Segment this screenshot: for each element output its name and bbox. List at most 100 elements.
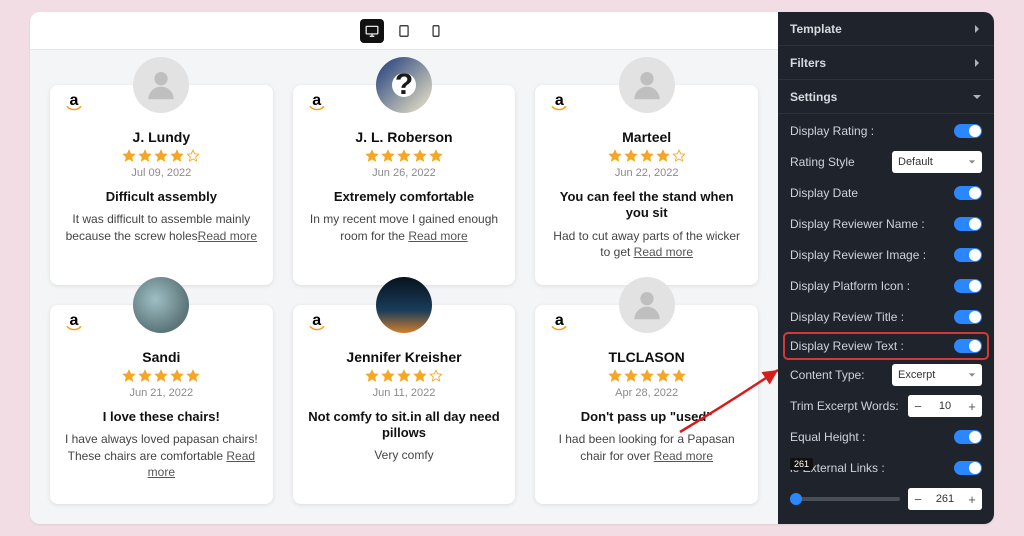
amazon-icon: a bbox=[64, 95, 84, 115]
toggle-display-review-title[interactable] bbox=[954, 310, 982, 324]
read-more-link[interactable]: Read more bbox=[634, 245, 693, 259]
row-equal-height: Equal Height : bbox=[790, 426, 982, 448]
stepper-plus[interactable]: + bbox=[962, 488, 982, 510]
rating-stars bbox=[122, 149, 200, 163]
review-title: Difficult assembly bbox=[106, 189, 217, 205]
reviewer-avatar: ? bbox=[376, 57, 432, 113]
review-card: a TLCLASON Apr 28, 2022 Don't pass up "u… bbox=[535, 305, 758, 505]
read-more-link[interactable]: Read more bbox=[654, 449, 713, 463]
toggle-equal-height[interactable] bbox=[954, 430, 982, 444]
review-title: Extremely comfortable bbox=[334, 189, 474, 205]
read-more-link[interactable]: Read more bbox=[408, 229, 467, 243]
review-card: a ? J. L. Roberson Jun 26, 2022 Extremel… bbox=[293, 85, 516, 285]
mobile-icon bbox=[429, 24, 443, 38]
review-date: Apr 28, 2022 bbox=[615, 387, 678, 399]
row-rating-style: Rating Style Default bbox=[790, 151, 982, 173]
chevron-right-icon bbox=[972, 58, 982, 68]
read-more-link[interactable]: Read more bbox=[198, 229, 257, 243]
app-stage: a J. Lundy Jul 09, 2022 Difficult assemb… bbox=[30, 12, 994, 524]
device-mobile-button[interactable] bbox=[424, 19, 448, 43]
section-settings-label: Settings bbox=[790, 90, 837, 104]
amazon-icon: a bbox=[307, 95, 327, 115]
reviewer-avatar bbox=[619, 277, 675, 333]
stepper-trim-excerpt[interactable]: − + bbox=[908, 395, 982, 417]
toggle-display-review-text[interactable] bbox=[954, 339, 982, 353]
section-filters[interactable]: Filters bbox=[778, 46, 994, 80]
review-card: a Sandi Jun 21, 2022 I love these chairs… bbox=[50, 305, 273, 505]
preview-area: a J. Lundy Jul 09, 2022 Difficult assemb… bbox=[30, 12, 778, 524]
amazon-icon: a bbox=[307, 315, 327, 335]
reviewer-avatar bbox=[619, 57, 675, 113]
reviewer-avatar bbox=[133, 57, 189, 113]
stepper-slider-value[interactable]: − + bbox=[908, 488, 982, 510]
rating-stars bbox=[122, 369, 200, 383]
section-template[interactable]: Template bbox=[778, 12, 994, 46]
reviewer-name: Jennifer Kreisher bbox=[346, 349, 461, 365]
row-display-review-title: Display Review Title : bbox=[790, 306, 982, 328]
row-display-rating: Display Rating : bbox=[790, 120, 982, 142]
row-content-type: Content Type: Excerpt bbox=[790, 364, 982, 386]
chevron-down-icon bbox=[968, 158, 976, 166]
review-title: Don't pass up "used" bbox=[581, 409, 713, 425]
row-display-date: Display Date bbox=[790, 182, 982, 204]
stepper-value[interactable] bbox=[928, 395, 962, 417]
section-template-label: Template bbox=[790, 22, 842, 36]
toggle-display-platform-icon[interactable] bbox=[954, 279, 982, 293]
tooltip-badge: 261 bbox=[790, 458, 813, 470]
review-card: a Jennifer Kreisher Jun 11, 2022 Not com… bbox=[293, 305, 516, 505]
section-settings[interactable]: Settings bbox=[778, 80, 994, 114]
amazon-icon: a bbox=[64, 315, 84, 335]
reviewer-name: Sandi bbox=[142, 349, 180, 365]
reviewer-name: J. Lundy bbox=[133, 129, 191, 145]
toggle-display-date[interactable] bbox=[954, 186, 982, 200]
review-text: Had to cut away parts of the wicker to g… bbox=[549, 228, 744, 262]
review-title: You can feel the stand when you sit bbox=[549, 189, 744, 222]
rating-stars bbox=[365, 149, 443, 163]
stepper-value[interactable] bbox=[928, 488, 962, 510]
amazon-icon: a bbox=[549, 315, 569, 335]
reviewer-avatar bbox=[133, 277, 189, 333]
settings-sidebar: Template Filters Settings Display Rating… bbox=[778, 12, 994, 524]
row-slider: − + bbox=[790, 488, 982, 510]
chevron-right-icon bbox=[972, 24, 982, 34]
review-text: Very comfy bbox=[374, 447, 433, 464]
review-text: In my recent move I gained enough room f… bbox=[307, 211, 502, 245]
review-date: Jun 11, 2022 bbox=[373, 387, 436, 399]
reviewer-name: J. L. Roberson bbox=[355, 129, 452, 145]
review-text: I had been looking for a Papasan chair f… bbox=[549, 431, 744, 465]
review-date: Jun 22, 2022 bbox=[615, 167, 679, 179]
review-card: a Marteel Jun 22, 2022 You can feel the … bbox=[535, 85, 758, 285]
row-display-review-text: Display Review Text : bbox=[786, 335, 986, 357]
reviewer-name: Marteel bbox=[622, 129, 671, 145]
row-display-platform-icon: Display Platform Icon : bbox=[790, 275, 982, 297]
review-date: Jun 21, 2022 bbox=[130, 387, 194, 399]
slider-width[interactable] bbox=[790, 497, 900, 501]
toggle-external-links[interactable] bbox=[954, 461, 982, 475]
rating-stars bbox=[608, 369, 686, 383]
review-title: I love these chairs! bbox=[103, 409, 220, 425]
select-rating-style[interactable]: Default bbox=[892, 151, 982, 173]
review-text: It was difficult to assemble mainly beca… bbox=[64, 211, 259, 245]
toggle-display-rating[interactable] bbox=[954, 124, 982, 138]
row-display-reviewer-name: Display Reviewer Name : bbox=[790, 213, 982, 235]
review-date: Jun 26, 2022 bbox=[372, 167, 436, 179]
stepper-minus[interactable]: − bbox=[908, 488, 928, 510]
rating-stars bbox=[365, 369, 443, 383]
row-trim-excerpt: Trim Excerpt Words: − + bbox=[790, 395, 982, 417]
toggle-display-reviewer-name[interactable] bbox=[954, 217, 982, 231]
toggle-display-reviewer-image[interactable] bbox=[954, 248, 982, 262]
device-tablet-button[interactable] bbox=[392, 19, 416, 43]
section-filters-label: Filters bbox=[790, 56, 826, 70]
chevron-down-icon bbox=[972, 92, 982, 102]
device-toolbar bbox=[30, 12, 778, 50]
device-desktop-button[interactable] bbox=[360, 19, 384, 43]
row-display-reviewer-image: Display Reviewer Image : bbox=[790, 244, 982, 266]
stepper-minus[interactable]: − bbox=[908, 395, 928, 417]
stepper-plus[interactable]: + bbox=[962, 395, 982, 417]
review-card: a J. Lundy Jul 09, 2022 Difficult assemb… bbox=[50, 85, 273, 285]
reviewer-name: TLCLASON bbox=[609, 349, 685, 365]
rating-stars bbox=[608, 149, 686, 163]
reviews-grid: a J. Lundy Jul 09, 2022 Difficult assemb… bbox=[30, 50, 778, 524]
select-content-type[interactable]: Excerpt bbox=[892, 364, 982, 386]
read-more-link[interactable]: Read more bbox=[148, 449, 255, 480]
